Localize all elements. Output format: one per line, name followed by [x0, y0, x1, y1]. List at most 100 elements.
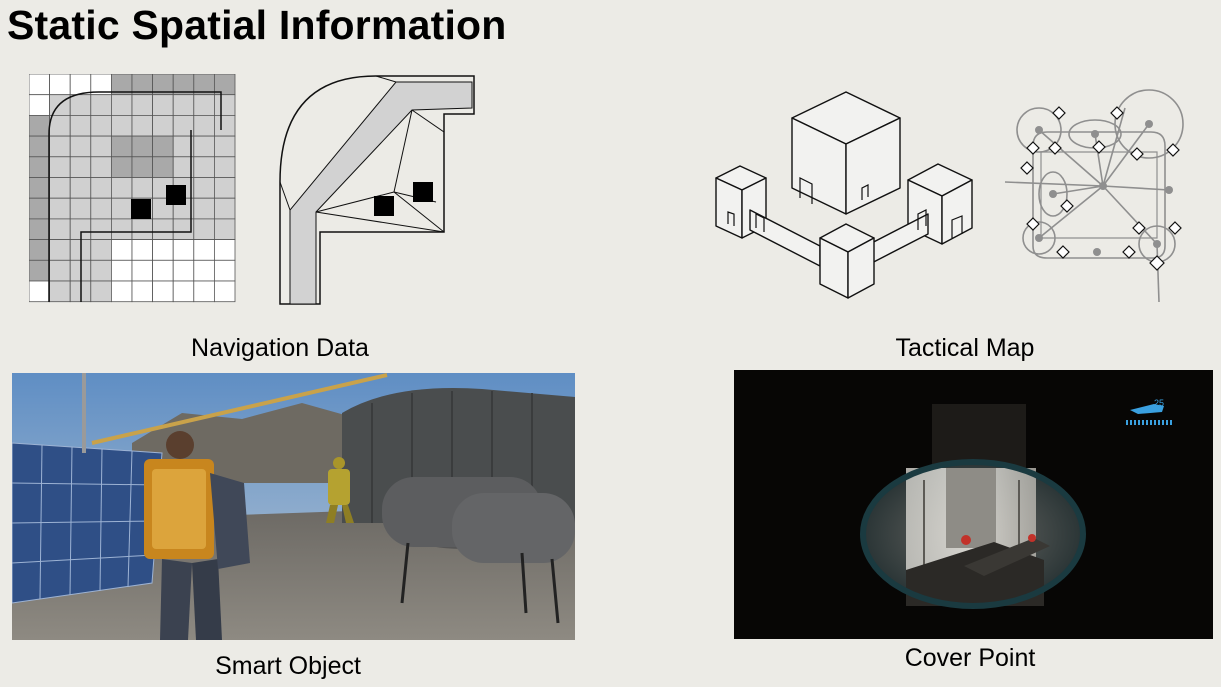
- grid-cell: [69, 74, 92, 96]
- grid-cell: [29, 239, 51, 261]
- grid-cell: [172, 94, 195, 116]
- grid-cell: [49, 156, 71, 178]
- grid-cell: [69, 197, 92, 220]
- grid-cell: [90, 239, 112, 261]
- obstacle-block: [374, 196, 394, 216]
- grid-cell: [49, 74, 71, 96]
- grid-cell: [172, 280, 195, 303]
- grid-cell: [29, 259, 51, 282]
- grid-cell: [111, 115, 133, 137]
- grid-cell: [131, 115, 154, 137]
- grid-cell: [69, 177, 92, 199]
- grid-cell: [131, 259, 154, 282]
- grid-cell: [69, 115, 92, 137]
- grid-cell: [213, 156, 236, 178]
- grid-cell: [213, 197, 236, 220]
- grid-cell: [29, 135, 51, 158]
- grid-cell: [69, 156, 92, 178]
- grid-cell: [193, 197, 215, 220]
- grid-cell: [111, 156, 133, 178]
- grid-cell: [172, 239, 195, 261]
- grid-cell: [111, 94, 133, 116]
- grid-cell: [213, 218, 236, 240]
- grid-cell: [152, 218, 174, 240]
- grid-cell: [90, 197, 112, 220]
- grid-cell: [49, 259, 71, 282]
- grid-cell: [29, 280, 51, 303]
- grid-cell: [69, 135, 92, 158]
- grid-cell: [90, 156, 112, 178]
- slide-title: Static Spatial Information: [7, 2, 507, 48]
- grid-cell: [213, 177, 236, 199]
- grid-cell: [69, 94, 92, 116]
- grid-cell: [49, 239, 71, 261]
- grid-cell: [131, 218, 154, 240]
- grid-cell: [90, 218, 112, 240]
- grid-cell: [172, 259, 195, 282]
- grid-cell: [193, 280, 215, 303]
- grid-cell: [193, 259, 215, 282]
- grid-cell: [213, 280, 236, 303]
- navigation-mesh-figure: [279, 75, 475, 305]
- grid-cell: [90, 177, 112, 199]
- grid-cell: [111, 177, 133, 199]
- grid-cell: [29, 115, 51, 137]
- grid-cell: [29, 218, 51, 240]
- grid-cell: [131, 177, 154, 199]
- grid-cell: [193, 115, 215, 137]
- grid-cell: [152, 156, 174, 178]
- grid-cell: [193, 135, 215, 158]
- grid-cell: [131, 280, 154, 303]
- tactical-caption: Tactical Map: [895, 334, 1035, 362]
- grid-cell: [213, 135, 236, 158]
- grid-cell: [90, 259, 112, 282]
- grid-cell: [111, 135, 133, 158]
- grid-cell: [152, 94, 174, 116]
- grid-cell: [131, 135, 154, 158]
- grid-cell: [111, 197, 133, 220]
- grid-cell: [193, 239, 215, 261]
- grid-cell: [193, 218, 215, 240]
- grid-cell: [111, 218, 133, 240]
- navigation-grid-figure: [29, 74, 236, 303]
- grid-cell: [213, 94, 236, 116]
- ammo-count: 25: [1154, 398, 1164, 408]
- grid-cell: [152, 280, 174, 303]
- smart-object-caption: Smart Object: [215, 652, 361, 680]
- grid-cell: [111, 239, 133, 261]
- cover-point-screenshot: 25: [734, 370, 1213, 639]
- grid-cell: [193, 94, 215, 116]
- tactical-graph-figure: [1004, 89, 1184, 303]
- grid-cell: [49, 197, 71, 220]
- grid-cell: [90, 94, 112, 116]
- grid-cell: [49, 218, 71, 240]
- grid-cell: [152, 239, 174, 261]
- grid-cell: [131, 94, 154, 116]
- obstacle-block: [413, 182, 433, 202]
- grid-cell: [49, 115, 71, 137]
- grid-cell: [49, 280, 71, 303]
- grid-cell: [213, 115, 236, 137]
- grid-cell: [152, 259, 174, 282]
- grid-cell: [131, 239, 154, 261]
- grid-cell: [131, 156, 154, 178]
- grid-cell: [49, 177, 71, 199]
- grid-cell: [111, 280, 133, 303]
- grid-cell: [90, 115, 112, 137]
- obstacle-block: [166, 185, 186, 205]
- grid-cell: [29, 74, 51, 96]
- navigation-caption: Navigation Data: [191, 334, 369, 362]
- grid-cell: [29, 177, 51, 199]
- grid-cell: [213, 239, 236, 261]
- grid-cell: [152, 115, 174, 137]
- grid-cell: [193, 156, 215, 178]
- grid-cell: [29, 156, 51, 178]
- grid-cell: [111, 259, 133, 282]
- grid-cell: [49, 135, 71, 158]
- grid-cell: [152, 135, 174, 158]
- grid-cell: [90, 280, 112, 303]
- fortress-figure: [715, 91, 973, 299]
- grid-cell: [29, 94, 51, 116]
- grid-cell: [90, 135, 112, 158]
- grid-cell: [193, 177, 215, 199]
